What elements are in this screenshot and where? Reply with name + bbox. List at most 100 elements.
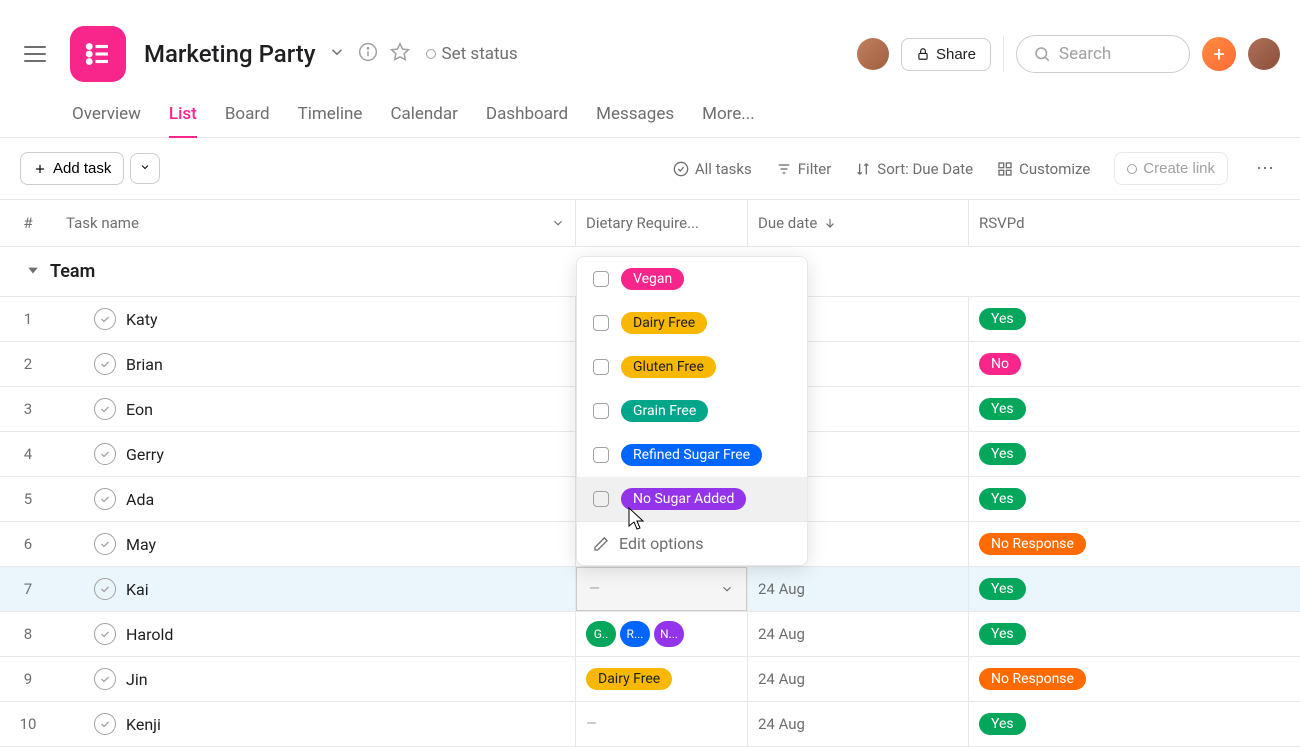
due-date-cell[interactable]: 24 Aug [747, 567, 968, 611]
tab-overview[interactable]: Overview [72, 96, 141, 137]
tab-list[interactable]: List [169, 96, 197, 138]
dropdown-option[interactable]: Refined Sugar Free [577, 433, 807, 477]
customize-icon [997, 161, 1013, 177]
dropdown-option[interactable]: Vegan [577, 257, 807, 301]
task-name-cell[interactable]: Jin [56, 660, 575, 698]
share-button[interactable]: Share [901, 38, 991, 71]
filter-button[interactable]: Filter [776, 160, 832, 178]
tab-dashboard[interactable]: Dashboard [486, 96, 568, 137]
edit-options-button[interactable]: Edit options [577, 521, 807, 565]
col-due-date[interactable]: Due date [747, 200, 968, 246]
due-date-cell[interactable]: 24 Aug [747, 657, 968, 701]
tab-messages[interactable]: Messages [596, 96, 674, 137]
menu-toggle[interactable] [20, 42, 50, 66]
tab-calendar[interactable]: Calendar [390, 96, 457, 137]
task-name-cell[interactable]: Gerry [56, 435, 575, 473]
task-name-cell[interactable]: Brian [56, 345, 575, 383]
complete-toggle[interactable] [94, 353, 116, 375]
more-actions[interactable]: ⋯ [1252, 158, 1280, 179]
rsvp-badge: No Response [979, 533, 1086, 555]
rsvp-cell[interactable]: Yes [968, 477, 1300, 521]
rsvp-cell[interactable]: Yes [968, 387, 1300, 431]
task-name-cell[interactable]: Eon [56, 390, 575, 428]
checkbox[interactable] [593, 359, 609, 375]
member-avatar[interactable] [857, 38, 889, 70]
table-row[interactable]: 10Kenji—24 AugYes [0, 702, 1300, 747]
complete-toggle[interactable] [94, 578, 116, 600]
search-input[interactable]: Search [1016, 35, 1190, 73]
due-date: 24 Aug [758, 580, 805, 598]
rsvp-cell[interactable]: Yes [968, 612, 1300, 656]
task-name-cell[interactable]: Harold [56, 615, 575, 653]
project-title[interactable]: Marketing Party [144, 40, 316, 68]
task-name-cell[interactable]: Kai [56, 570, 575, 608]
add-task-dropdown[interactable] [130, 153, 160, 184]
rsvp-cell[interactable]: Yes [968, 297, 1300, 341]
customize-button[interactable]: Customize [997, 160, 1090, 178]
user-avatar[interactable] [1248, 38, 1280, 70]
rsvp-cell[interactable]: No Response [968, 657, 1300, 701]
col-dietary[interactable]: Dietary Require... [575, 200, 747, 246]
checkbox[interactable] [593, 271, 609, 287]
filter-icon [776, 161, 792, 177]
checkbox[interactable] [593, 491, 609, 507]
complete-toggle[interactable] [94, 488, 116, 510]
complete-toggle[interactable] [94, 668, 116, 690]
create-link-button[interactable]: Create link [1114, 152, 1228, 185]
due-date-cell[interactable]: 24 Aug [747, 702, 968, 746]
rsvp-badge: Yes [979, 308, 1026, 330]
complete-toggle[interactable] [94, 533, 116, 555]
col-num[interactable]: # [0, 200, 56, 246]
dietary-cell[interactable]: G..R...N... [575, 612, 747, 656]
due-date-cell[interactable]: 24 Aug [747, 612, 968, 656]
tab-board[interactable]: Board [225, 96, 270, 137]
row-number: 5 [0, 482, 56, 516]
checkbox[interactable] [593, 315, 609, 331]
rsvp-cell[interactable]: Yes [968, 432, 1300, 476]
table-row[interactable]: 8HaroldG..R...N...24 AugYes [0, 612, 1300, 657]
option-pill: Gluten Free [621, 356, 716, 378]
diet-tag: Dairy Free [586, 668, 672, 690]
dietary-dropdown: VeganDairy Free Gluten Free Grain FreeRefi… [576, 256, 808, 566]
task-name-cell[interactable]: May [56, 525, 575, 563]
checkbox[interactable] [593, 447, 609, 463]
complete-toggle[interactable] [94, 398, 116, 420]
dropdown-option[interactable]: No Sugar Added [577, 477, 807, 521]
project-icon[interactable] [70, 26, 126, 82]
set-status-button[interactable]: Set status [426, 44, 518, 64]
tab-more[interactable]: More... [702, 96, 755, 137]
chevron-down-icon[interactable] [328, 43, 346, 65]
sort-button[interactable]: Sort: Due Date [855, 160, 973, 178]
section-toggle-icon[interactable] [26, 263, 40, 281]
rsvp-cell[interactable]: No Response [968, 522, 1300, 566]
dropdown-option[interactable]: Grain Free [577, 389, 807, 433]
complete-toggle[interactable] [94, 623, 116, 645]
rsvp-cell[interactable]: No [968, 342, 1300, 386]
dropdown-option[interactable]: Dairy Free [577, 301, 807, 345]
table-row[interactable]: 9JinDairy Free24 AugNo Response [0, 657, 1300, 702]
table-header-row: # Task name Dietary Require... Due date … [0, 200, 1300, 247]
tab-timeline[interactable]: Timeline [298, 96, 363, 137]
dietary-cell-select[interactable]: — [576, 567, 747, 611]
task-name-cell[interactable]: Kenji [56, 705, 575, 743]
complete-toggle[interactable] [94, 308, 116, 330]
checkbox[interactable] [593, 403, 609, 419]
complete-toggle[interactable] [94, 443, 116, 465]
dietary-cell[interactable]: Dairy Free [575, 657, 747, 701]
info-icon[interactable] [358, 42, 378, 66]
due-date: 24 Aug [758, 625, 805, 643]
all-tasks-filter[interactable]: All tasks [673, 160, 752, 178]
dropdown-option[interactable]: Gluten Free [577, 345, 807, 389]
rsvp-cell[interactable]: Yes [968, 567, 1300, 611]
col-rsvpd[interactable]: RSVPd [968, 200, 1300, 246]
add-fab-button[interactable]: + [1202, 37, 1236, 71]
add-task-label: Add task [53, 160, 111, 177]
star-icon[interactable] [390, 42, 410, 66]
add-task-button[interactable]: Add task [20, 152, 124, 185]
task-name-cell[interactable]: Katy [56, 300, 575, 338]
dietary-cell[interactable]: — [575, 702, 747, 746]
col-task-name[interactable]: Task name [56, 200, 575, 246]
task-name-cell[interactable]: Ada [56, 480, 575, 518]
complete-toggle[interactable] [94, 713, 116, 735]
rsvp-cell[interactable]: Yes [968, 702, 1300, 746]
